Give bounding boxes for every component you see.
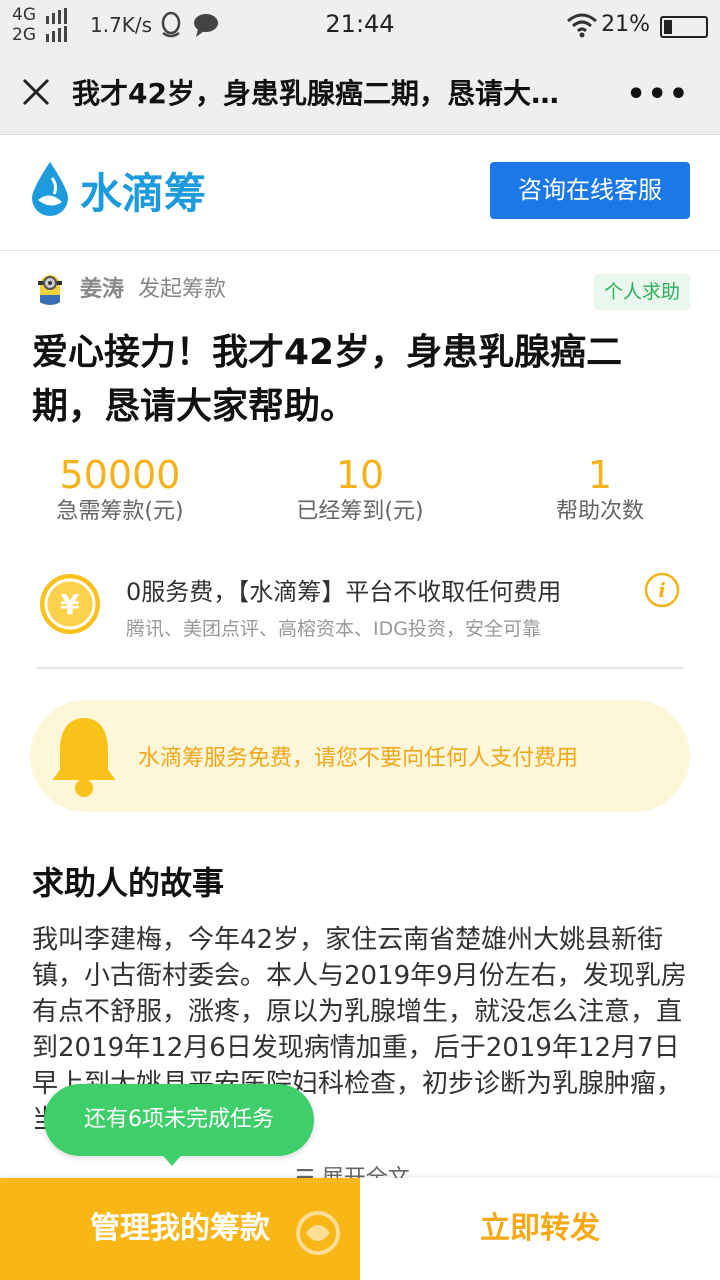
battery-icon: [660, 16, 708, 38]
battery-percent: 21%: [601, 12, 650, 37]
more-menu-icon[interactable]: •••: [626, 80, 690, 110]
toast-tail: [160, 1152, 184, 1166]
stat-target: 50000 急需筹款(元): [0, 452, 240, 526]
stat-raised: 10 已经筹到(元): [240, 452, 480, 526]
initiator-name: 姜涛: [80, 277, 125, 302]
stat-value: 50000: [59, 453, 181, 497]
site-header: 水滴筹 咨询在线客服: [0, 135, 720, 251]
water-drop-logo-icon: [32, 162, 68, 216]
notice-text: 水滴筹服务免费，请您不要向任何人支付费用: [138, 746, 579, 771]
free-service-notice: 水滴筹服务免费，请您不要向任何人支付费用: [30, 700, 690, 812]
fundraising-stats: 50000 急需筹款(元) 10 已经筹到(元) 1 帮助次数: [0, 452, 720, 532]
avatar[interactable]: [30, 265, 70, 305]
online-service-button[interactable]: 咨询在线客服: [490, 162, 690, 219]
wifi-icon: [567, 13, 597, 38]
info-icon[interactable]: i: [644, 572, 680, 608]
bell-icon: [52, 718, 116, 797]
watermark-logo-icon: [296, 1211, 340, 1255]
brand-name: 水滴筹: [80, 169, 207, 218]
stat-label: 急需筹款(元): [56, 499, 184, 524]
info-glyph: i: [658, 578, 666, 602]
stat-label: 帮助次数: [555, 499, 644, 524]
page-title: 我才42岁，身患乳腺癌二期，恳请大…: [72, 77, 559, 110]
yen-coin-icon: ¥: [40, 574, 100, 634]
stat-value: 10: [335, 453, 385, 497]
stat-help-count: 1 帮助次数: [480, 452, 720, 526]
status-bar: 4G 2G 1.7K/s 21:44 21%: [0, 0, 720, 50]
yen-symbol: ¥: [60, 588, 80, 621]
divider: [36, 667, 684, 669]
initiator-action: 发起筹款: [138, 277, 227, 302]
stat-label: 已经筹到(元): [296, 499, 424, 524]
fee-info: ¥ 0服务费，【水滴筹】平台不收取任何费用 腾讯、美团点评、高榕资本、IDG投资…: [38, 568, 684, 652]
help-type-badge: 个人求助: [594, 274, 690, 310]
story-heading: 求助人的故事: [32, 864, 225, 902]
title-bar: 我才42岁，身患乳腺癌二期，恳请大… •••: [0, 50, 720, 135]
stat-value: 1: [587, 453, 613, 497]
fee-sub-text: 腾讯、美团点评、高榕资本、IDG投资，安全可靠: [126, 618, 541, 640]
campaign-title: 爱心接力！我才42岁，身患乳腺癌二期，恳请大家帮助。: [32, 332, 623, 427]
share-now-button[interactable]: 立即转发: [360, 1178, 720, 1280]
fee-main-text: 0服务费，【水滴筹】平台不收取任何费用: [126, 578, 562, 606]
close-icon[interactable]: [20, 76, 52, 108]
unfinished-tasks-toast[interactable]: 还有6项未完成任务: [44, 1084, 314, 1156]
minion-avatar-icon: [30, 265, 70, 305]
